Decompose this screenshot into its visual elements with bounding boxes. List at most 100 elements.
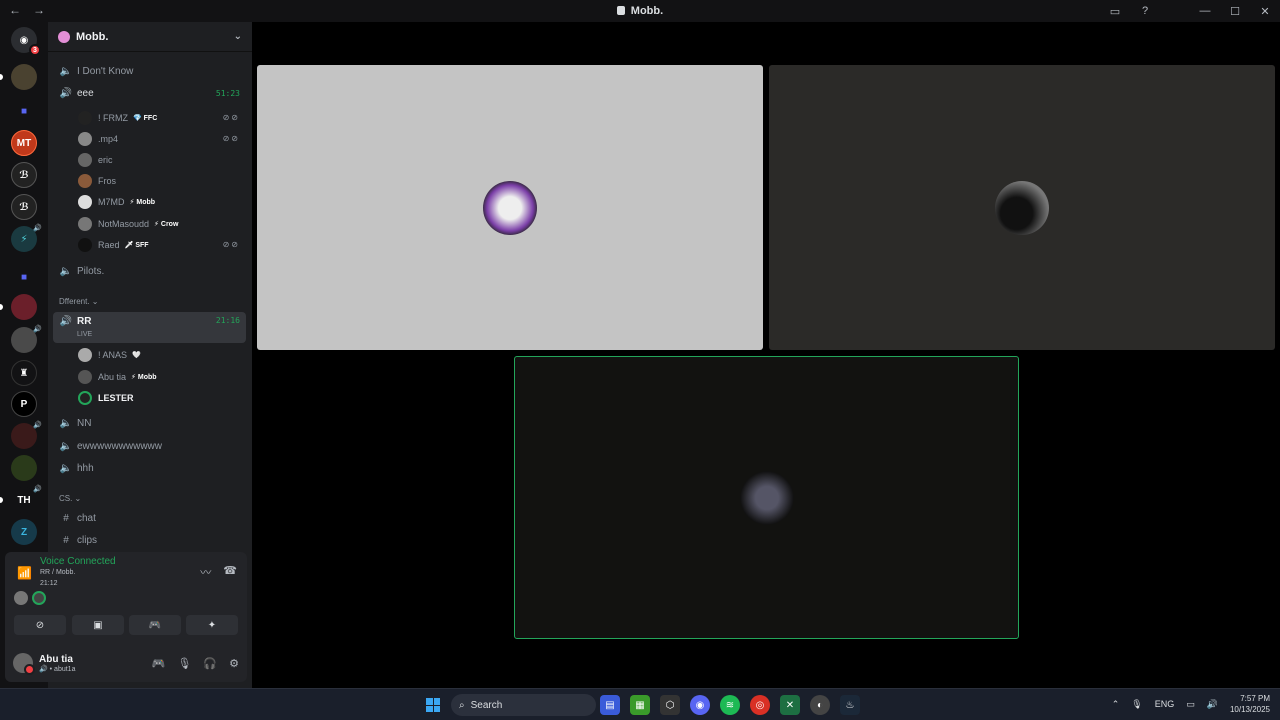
headphones-icon[interactable]: 🎧	[203, 657, 217, 670]
window-title: Mobb.	[0, 5, 1280, 17]
camera-off-button[interactable]: ⊘	[14, 615, 66, 635]
file-explorer-icon[interactable]: ▤	[600, 695, 620, 715]
server-icon-2[interactable]: ℬ	[11, 162, 37, 188]
voice-user-speaking[interactable]: LESTER	[78, 387, 246, 408]
server-header[interactable]: Mobb. ⌄	[48, 22, 252, 52]
spotify-icon[interactable]: ≋	[720, 695, 740, 715]
minimize-button[interactable]: —	[1190, 5, 1220, 17]
start-button[interactable]	[426, 698, 440, 712]
server-icon-th[interactable]: TH 🔊	[0, 486, 42, 513]
volume-icon[interactable]: 🔊	[1207, 699, 1218, 710]
speaker-icon: 🔊	[33, 422, 42, 429]
server-icon-5[interactable]	[0, 294, 37, 320]
account-status: 🔊 • abut1a	[39, 665, 76, 673]
maximize-button[interactable]: ☐	[1220, 5, 1250, 18]
muted-deafened-icon: ⊘⊘	[222, 113, 240, 122]
discord-home-icon[interactable]: ◉ 3	[11, 27, 41, 56]
speaker-icon: 🔈	[59, 66, 73, 77]
server-icon-11[interactable]: Z	[11, 519, 37, 545]
screen-share-button[interactable]: ▣	[72, 615, 124, 635]
user-panel: Abu tia 🔊 • abut1a 🎮 🎙 🎧 ⚙	[5, 640, 247, 686]
close-button[interactable]: ✕	[1250, 5, 1280, 18]
folder-icon-2[interactable]: ■	[11, 264, 37, 290]
channel-voice[interactable]: 🔈 hhh	[53, 458, 246, 479]
channel-text[interactable]: # clips	[53, 530, 246, 551]
server-icon	[616, 6, 625, 15]
chevron-up-icon[interactable]: ⌃	[1112, 699, 1120, 710]
signal-icon[interactable]: 📶	[17, 566, 32, 580]
voice-user[interactable]: ! ANAS 🤍	[78, 344, 246, 365]
chevron-down-icon[interactable]: ⌄	[234, 31, 242, 42]
clock[interactable]: 7:57 PM 10/13/2025	[1230, 693, 1270, 715]
voice-user[interactable]: eric	[78, 149, 246, 170]
voice-elapsed: 21:12	[40, 580, 58, 587]
server-gem-icon	[58, 30, 70, 43]
server-icon-1[interactable]	[0, 64, 37, 90]
minecraft-icon[interactable]: ▦	[630, 695, 650, 715]
help-icon[interactable]: ?	[1130, 5, 1160, 17]
voice-user[interactable]: Raed 🗡 SFF ⊘⊘	[78, 234, 246, 255]
server-icon-9[interactable]: 🔊	[11, 422, 42, 449]
video-tile-speaking[interactable]	[514, 356, 1019, 639]
server-icon-7[interactable]: ♜	[11, 360, 37, 386]
speaker-icon: 🔈	[59, 266, 73, 277]
category-header[interactable]: CS. ⌄	[59, 494, 81, 503]
server-icon-3[interactable]: ℬ	[11, 194, 37, 220]
video-tile[interactable]	[257, 65, 763, 350]
inbox-icon[interactable]: ▭	[1100, 5, 1130, 18]
network-icon[interactable]: ▭	[1186, 699, 1195, 710]
channel-text[interactable]: # chat	[53, 508, 246, 529]
channel-voice[interactable]: 🔊 eee 51:23	[53, 83, 246, 104]
excel-icon[interactable]: ✕	[780, 695, 800, 715]
app-icon[interactable]: ⬡	[660, 695, 680, 715]
avatar	[78, 369, 92, 384]
noise-suppression-icon[interactable]: 〰	[200, 564, 211, 580]
taskbar: ⌕ Search ▤ ▦ ⬡ ◉ ≋ ◎ ✕ ◐ ♨ ⌃ 🎙 ENG ▭ 🔊 7:…	[0, 688, 1280, 720]
voice-user[interactable]: ! FRMZ 💎 FFC ⊘⊘	[78, 107, 246, 128]
participant-avatar	[483, 180, 537, 235]
activity-button[interactable]: 🎮	[129, 615, 181, 635]
category-header[interactable]: Dfferent. ⌄	[59, 297, 98, 306]
channel-voice-selected[interactable]: 🔊 RR 21:16 LIVE	[53, 312, 246, 343]
folder-icon[interactable]: ■	[11, 98, 37, 124]
voice-user[interactable]: NotMasoudd ⚡ Crow	[78, 213, 246, 234]
microphone-icon[interactable]: 🎙	[1131, 699, 1142, 710]
speaker-icon: 🔊	[33, 326, 42, 333]
video-tile[interactable]	[769, 65, 1275, 350]
gamepad-icon[interactable]: 🎮	[152, 657, 166, 670]
microphone-icon[interactable]: 🎙	[177, 657, 191, 670]
app-icon[interactable]: ◐	[810, 695, 830, 715]
chrome-icon[interactable]: ◎	[750, 695, 770, 715]
live-badge: LIVE	[77, 331, 93, 338]
server-icon-mt[interactable]: MT	[11, 130, 37, 156]
avatar[interactable]	[13, 653, 35, 675]
voice-user[interactable]: Abu tia ⚡ Mobb	[78, 366, 246, 387]
channel-voice[interactable]: 🔈 I Don't Know	[53, 61, 246, 82]
server-icon-8[interactable]: P	[11, 391, 37, 417]
channel-voice[interactable]: 🔈 Pilots.	[53, 261, 246, 282]
speaker-icon: 🔈	[59, 463, 73, 474]
avatar	[32, 591, 46, 605]
channel-voice[interactable]: 🔈 ewwwwwwwwwww	[53, 436, 246, 457]
avatar	[78, 194, 92, 209]
hash-icon: #	[63, 535, 69, 546]
channel-voice[interactable]: 🔈 NN	[53, 413, 246, 434]
voice-status-title[interactable]: Voice Connected	[40, 556, 116, 567]
voice-location: RR / Mobb.	[40, 569, 76, 576]
gear-icon[interactable]: ⚙	[229, 657, 239, 670]
voice-user[interactable]: M7MD ⚡ Mobb	[78, 191, 246, 212]
search-box[interactable]: ⌕ Search	[451, 694, 596, 716]
language-indicator[interactable]: ENG	[1155, 699, 1175, 709]
voice-user[interactable]: .mp4 ⊘⊘	[78, 128, 246, 149]
server-icon-4[interactable]: ⚡ 🔊	[11, 225, 42, 252]
avatar	[78, 173, 92, 188]
server-icon-10[interactable]	[11, 455, 37, 481]
disconnect-icon[interactable]: ☎	[223, 564, 237, 580]
soundboard-button[interactable]: ✦	[186, 615, 238, 635]
voice-user[interactable]: Fros	[78, 170, 246, 191]
discord-icon[interactable]: ◉	[690, 695, 710, 715]
muted-deafened-icon: ⊘⊘	[222, 134, 240, 143]
steam-icon[interactable]: ♨	[840, 695, 860, 715]
server-icon-6[interactable]: 🔊	[11, 326, 42, 353]
muted-deafened-icon: ⊘⊘	[222, 240, 240, 249]
